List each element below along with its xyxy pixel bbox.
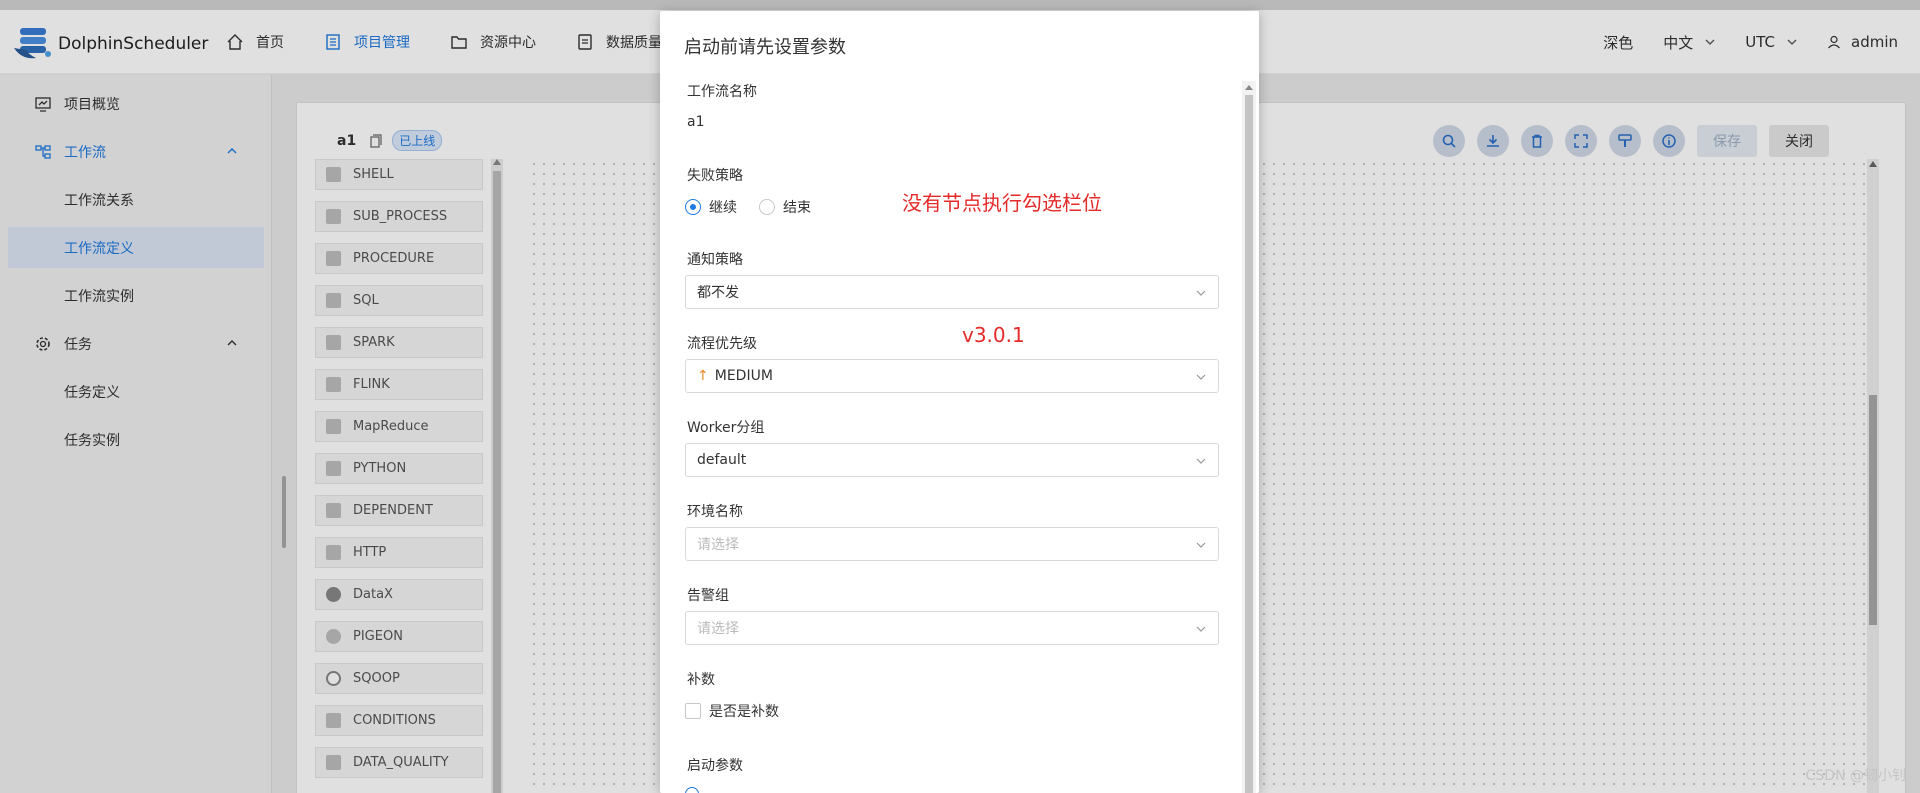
watermark: CSDN @韧小钊 bbox=[1805, 768, 1906, 784]
workflow-name-value: a1 bbox=[687, 114, 705, 130]
priority-value: MEDIUM bbox=[714, 368, 773, 384]
alert-group-select[interactable]: 请选择 bbox=[685, 611, 1219, 645]
env-select[interactable]: 请选择 bbox=[685, 527, 1219, 561]
alert-group-placeholder: 请选择 bbox=[697, 621, 739, 637]
alert-group-label: 告警组 bbox=[687, 588, 729, 604]
workflow-name-label: 工作流名称 bbox=[687, 84, 757, 100]
notify-strategy-label: 通知策略 bbox=[687, 252, 743, 268]
modal-scrollbar[interactable] bbox=[1242, 81, 1256, 793]
radio-end-label[interactable]: 结束 bbox=[783, 197, 811, 217]
complement-checkbox[interactable] bbox=[685, 703, 701, 719]
startup-params-label: 启动参数 bbox=[687, 758, 743, 774]
failure-strategy-label: 失败策略 bbox=[687, 168, 743, 184]
priority-select[interactable]: ↑ MEDIUM bbox=[685, 359, 1219, 393]
add-param-icon[interactable] bbox=[685, 787, 699, 793]
radio-continue[interactable] bbox=[685, 199, 701, 215]
env-placeholder: 请选择 bbox=[697, 537, 739, 553]
version-note: v3.0.1 bbox=[962, 323, 1025, 347]
scroll-thumb[interactable] bbox=[1245, 95, 1253, 793]
priority-label: 流程优先级 bbox=[687, 336, 757, 352]
notify-strategy-select[interactable]: 都不发 bbox=[685, 275, 1219, 309]
notify-strategy-value: 都不发 bbox=[697, 285, 739, 301]
failure-strategy-group: 继续 结束 bbox=[685, 197, 811, 217]
complement-checkbox-row[interactable]: 是否是补数 bbox=[685, 701, 779, 721]
radio-end[interactable] bbox=[759, 199, 775, 215]
start-params-modal: 启动前请先设置参数 工作流名称 a1 失败策略 继续 结束 通知策略 都不发 流… bbox=[660, 11, 1259, 793]
scroll-up-arrow-icon[interactable] bbox=[1245, 85, 1253, 90]
chevron-down-icon bbox=[1196, 542, 1206, 548]
annotation-note: 没有节点执行勾选栏位 bbox=[902, 191, 1102, 215]
worker-group-label: Worker分组 bbox=[687, 420, 765, 436]
chevron-down-icon bbox=[1196, 458, 1206, 464]
complement-label: 补数 bbox=[687, 672, 715, 688]
env-label: 环境名称 bbox=[687, 504, 743, 520]
chevron-down-icon bbox=[1196, 626, 1206, 632]
modal-title: 启动前请先设置参数 bbox=[684, 37, 846, 58]
arrow-up-icon: ↑ bbox=[697, 368, 709, 384]
worker-group-value: default bbox=[697, 452, 747, 468]
worker-group-select[interactable]: default bbox=[685, 443, 1219, 477]
complement-checkbox-label[interactable]: 是否是补数 bbox=[709, 701, 779, 721]
chevron-down-icon bbox=[1196, 374, 1206, 380]
chevron-down-icon bbox=[1196, 290, 1206, 296]
radio-continue-label[interactable]: 继续 bbox=[709, 197, 737, 217]
